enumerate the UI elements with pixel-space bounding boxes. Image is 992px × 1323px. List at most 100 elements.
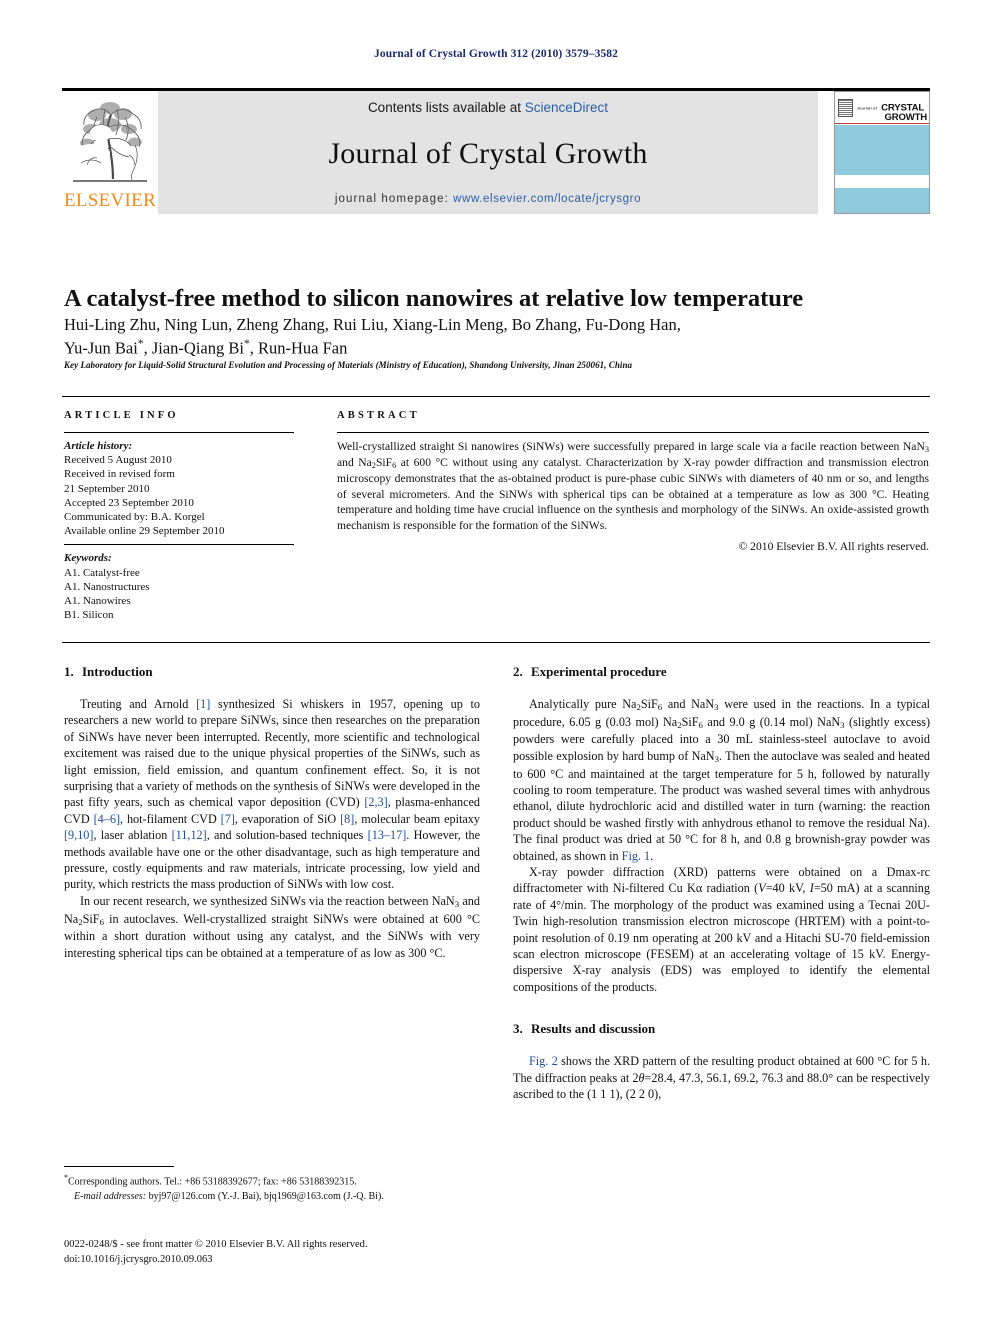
keyword-0: A1. Catalyst-free [64,566,140,579]
p1-seg-a: Treuting and Arnold [80,697,197,711]
info-band-top-rule [62,396,930,397]
citation-ref-6[interactable]: [9,10] [64,828,93,842]
abstract-copyright: © 2010 Elsevier B.V. All rights reserved… [738,540,929,554]
paper-page: Journal of Crystal Growth 312 (2010) 357… [0,0,992,1323]
body-column-right: 2. Experimental procedure Analytically pu… [513,664,930,1102]
e2-seg-c: =40 kV, [765,881,810,896]
history-item-2: 21 September 2010 [64,482,150,495]
journal-title: Journal of Crystal Growth [328,137,648,170]
abstract-seg-1: Well-crystallized straight Si nanowires … [337,440,925,453]
contents-available-line: Contents lists available at ScienceDirec… [368,100,608,115]
affiliation: Key Laboratory for Liquid-Solid Structur… [64,360,633,370]
p1-seg-h: , and solution-based techniques [206,828,368,843]
abstract-seg-4: at 600 °C without using any catalyst. Ch… [337,456,929,532]
issn-copyright-line: 0022-0248/$ - see front matter © 2010 El… [64,1239,368,1250]
e1-seg-h: . Then the autoclave was sealed and heat… [513,748,930,863]
cover-box: Journal of CRYSTAL GROWTH [834,91,930,214]
author-list: Hui-Ling Zhu, Ning Lun, Zheng Zhang, Rui… [64,313,864,360]
section-heading-experimental: 2. Experimental procedure [513,664,930,680]
abstract-seg-2: and Na [337,456,372,470]
section-heading-results: 3. Results and discussion [513,1021,930,1037]
citation-ref-4[interactable]: [7] [221,812,235,826]
elsevier-logo: ELSEVIER [62,91,158,214]
experimental-paragraph-1: Analytically pure Na2SiF6 and NaN3 were … [513,696,930,864]
authors-line-1: Hui-Ling Zhu, Ning Lun, Zheng Zhang, Rui… [64,315,681,334]
e1-seg-i: . [650,848,654,863]
authors-line-2b: , Jian-Qiang Bi [143,338,244,358]
email-addresses-label: E-mail addresses: [74,1190,147,1202]
history-item-3: Accepted 23 September 2010 [64,496,194,509]
section-heading-introduction: 1. Introduction [64,664,480,680]
citation-ref-5[interactable]: [8] [340,812,354,826]
elsevier-wordmark: ELSEVIER [63,190,157,211]
history-item-1: Received in revised form [64,468,175,481]
section-number-2: 2. [513,664,523,679]
article-history-block: Article history: Received 5 August 2010 … [64,439,294,541]
sciencedirect-link[interactable]: ScienceDirect [525,100,608,115]
p1-seg-e: , evaporation of SiO [234,811,341,826]
page-title: A catalyst-free method to silicon nanowi… [64,285,804,313]
footer-block: 0022-0248/$ - see front matter © 2010 El… [64,1238,524,1268]
keywords-block: Keywords: A1. Catalyst-free A1. Nanostru… [64,551,294,622]
journal-cover-thumbnail[interactable]: Journal of CRYSTAL GROWTH [818,91,930,214]
e1-seg-e: SiF [681,714,699,729]
e2-symbol-V: V [758,881,766,896]
email-addresses-value: byj97@126.com (Y.-J. Bai), bjq1969@163.c… [146,1190,384,1202]
journal-masthead: ELSEVIER Contents lists available at Sci… [62,88,930,214]
results-paragraph-1: Fig. 2 shows the XRD pattern of the resu… [513,1053,930,1102]
article-info-heading: ARTICLE INFO [64,410,179,421]
citation-ref-3[interactable]: [4–6] [94,812,120,826]
footnote-rule [64,1166,174,1167]
e1-seg-b: SiF [640,697,658,711]
article-history-label: Article history: [64,440,133,452]
e1-seg-c: and NaN [662,697,715,711]
p1-seg-g: , laser ablation [93,828,172,843]
p1-seg-d: , hot-filament CVD [120,811,221,826]
p1-seg-f: , molecular beam epitaxy [354,811,480,826]
history-item-4: Communicated by: B.A. Korgel [64,510,205,523]
cover-mini-logo-icon [838,98,853,117]
abstract-heading: ABSTRACT [337,410,420,421]
homepage-label: journal homepage: [334,193,449,205]
experimental-paragraph-2: X-ray powder diffraction (XRD) patterns … [513,864,930,995]
section-number-1: 1. [64,664,74,679]
citation-ref-8[interactable]: [13–17] [368,828,407,842]
homepage-url-link[interactable]: www.elsevier.com/locate/jcrysgro [453,193,641,205]
elsevier-tree-icon [73,102,147,182]
figure-ref-1[interactable]: Fig. 1 [622,849,650,863]
cover-journal-of-label: Journal of [856,105,878,110]
keywords-label: Keywords: [64,552,112,565]
e1-seg-a: Analytically pure Na [529,697,637,711]
p1-seg-b: synthesized Si whiskers in 1957, opening… [64,697,480,810]
figure-ref-2[interactable]: Fig. 2 [529,1054,558,1068]
authors-line-2a: Yu-Jun Bai [64,338,138,358]
contents-prefix: Contents lists available at [367,100,525,115]
doi-line[interactable]: doi:10.1016/j.jcrysgro.2010.09.063 [64,1254,212,1265]
abstract-column: ABSTRACT Well-crystallized straight Si n… [337,410,929,553]
keyword-2: A1. Nanowires [64,594,131,607]
cover-photo-band-1 [835,124,929,175]
corresponding-authors-text: Corresponding authors. Tel.: +86 5318839… [68,1176,357,1188]
cover-white-band [835,174,929,188]
keywords-rule [64,544,294,546]
section-title-3: Results and discussion [531,1021,656,1037]
keyword-1: A1. Nanostructures [64,580,150,593]
cover-photo-band-2 [835,187,929,213]
authors-line-2c: , Run-Hua Fan [249,338,348,358]
intro-paragraph-1: Treuting and Arnold [1] synthesized Si w… [64,696,480,893]
citation-ref-2[interactable]: [2,3] [364,795,387,809]
abstract-text: Well-crystallized straight Si nanowires … [337,439,929,533]
citation-ref-7[interactable]: [11,12] [172,828,207,842]
e1-seg-f: and 9.0 g (0.14 mol) NaN [702,714,841,729]
keyword-3: B1. Silicon [64,609,114,622]
p2-seg-c: SiF [82,911,100,926]
running-head: Journal of Crystal Growth 312 (2010) 357… [374,48,618,60]
abstract-seg-3: SiF [375,456,393,470]
history-item-0: Received 5 August 2010 [64,454,172,467]
body-column-left: 1. Introduction Treuting and Arnold [1] s… [64,664,480,961]
e2-seg-d: =50 mA) at a scanning rate of 4°/min. Th… [513,881,930,994]
info-band-bottom-rule [62,642,930,643]
citation-ref-1[interactable]: [1] [196,697,210,711]
section-title-1: Introduction [82,664,153,679]
journal-band: Contents lists available at ScienceDirec… [158,91,818,214]
